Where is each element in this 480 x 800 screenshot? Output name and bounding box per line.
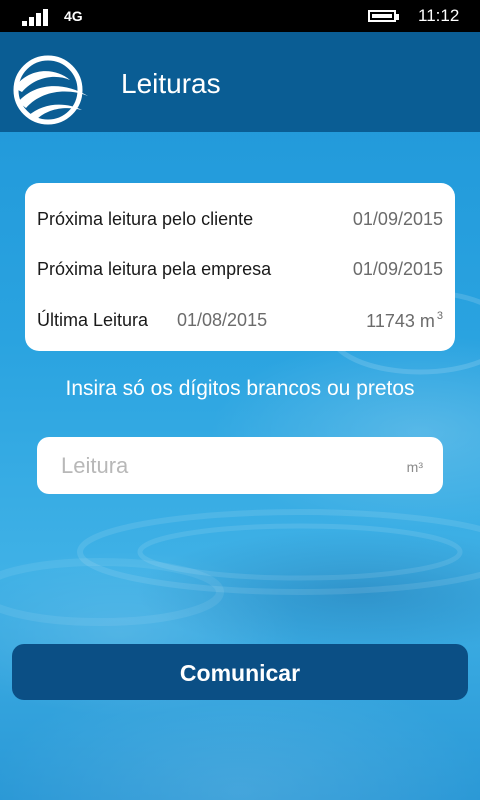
last-reading-value: 11743 m3: [366, 310, 443, 332]
last-reading-amount: 11743 m: [366, 311, 435, 331]
water-wave-logo: [13, 55, 88, 125]
status-bar: 4G 11:12: [0, 0, 480, 32]
next-reading-client-date: 01/09/2015: [352, 209, 443, 229]
network-type: 4G: [64, 8, 83, 24]
last-reading-row: Última Leitura 01/08/2015 11743 m3: [37, 310, 443, 338]
battery-icon: [368, 10, 399, 22]
status-time: 11:12: [418, 6, 460, 25]
next-reading-client-row: Próxima leitura pelo cliente 01/09/2015: [37, 209, 443, 237]
reading-info-card: Próxima leitura pelo cliente 01/09/2015 …: [25, 183, 455, 351]
app-header: Leituras: [0, 32, 480, 132]
next-reading-client-label: Próxima leitura pelo cliente: [37, 209, 254, 229]
last-reading-unit-power: 3: [436, 310, 443, 322]
signal-icon: [22, 8, 54, 26]
next-reading-company-label: Próxima leitura pela empresa: [37, 259, 272, 279]
reading-input[interactable]: [59, 447, 383, 485]
last-reading-label: Última Leitura: [37, 310, 149, 330]
page-title: Leituras: [121, 68, 221, 99]
last-reading-date: 01/08/2015: [177, 310, 268, 330]
reading-unit: m³: [406, 459, 423, 475]
reading-field[interactable]: m³: [37, 437, 443, 494]
next-reading-company-date: 01/09/2015: [352, 259, 443, 279]
reading-instruction: Insira só os dígitos brancos ou pretos: [65, 377, 415, 400]
submit-reading-button[interactable]: Comunicar: [12, 644, 468, 700]
next-reading-company-row: Próxima leitura pela empresa 01/09/2015: [37, 259, 443, 287]
